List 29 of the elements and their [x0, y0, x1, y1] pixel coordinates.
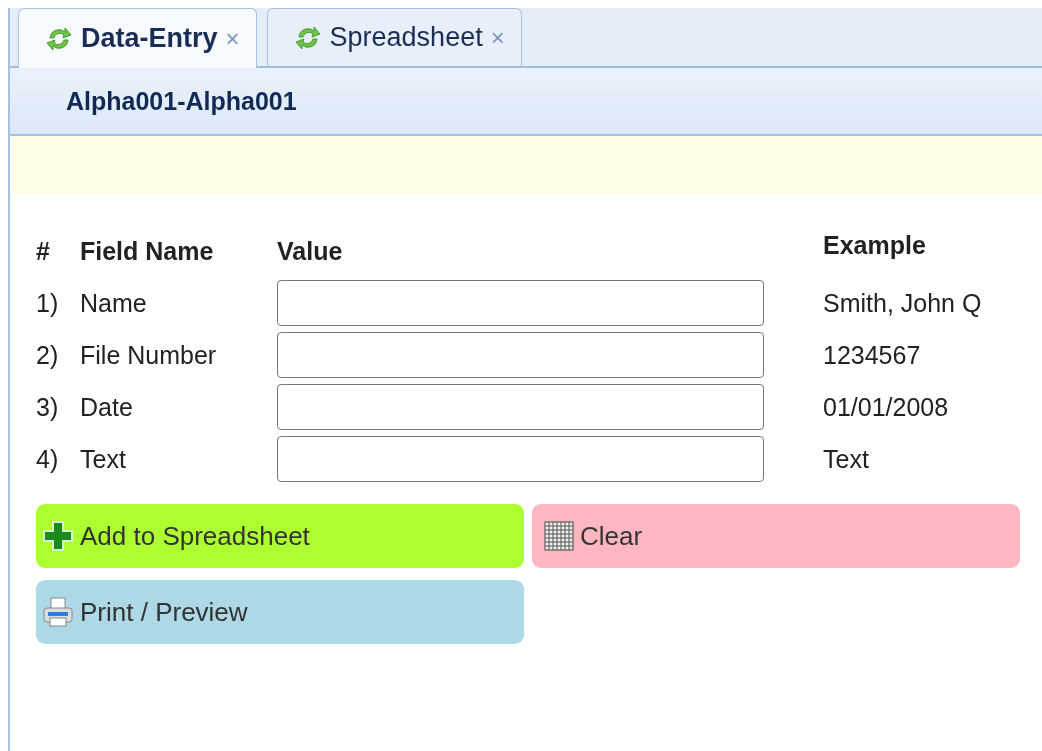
field-label: Name [80, 287, 148, 319]
input-field[interactable] [277, 384, 764, 430]
example-text: 01/01/2008 [823, 391, 950, 423]
input-field[interactable] [277, 280, 764, 326]
row-number: 3) [36, 391, 60, 423]
column-header: Example [823, 229, 927, 261]
tab[interactable]: Data-Entry × [18, 8, 257, 68]
column-header: Field Name [80, 235, 215, 267]
row-number: 2) [36, 339, 60, 371]
tab[interactable]: Spreadsheet × [266, 8, 522, 66]
printer-icon [42, 596, 74, 628]
field-label: File Number [80, 339, 218, 371]
clear-button[interactable]: Clear [532, 504, 1020, 568]
column-header: Value [277, 235, 344, 267]
example-text: Text [823, 443, 870, 475]
column-header: # [36, 235, 51, 267]
add-button[interactable]: Add to Spreadsheet [36, 504, 524, 568]
field-label: Date [80, 391, 134, 423]
page-title: Alpha001-Alpha001 [66, 86, 297, 116]
example-text: Smith, John Q [823, 287, 983, 319]
input-field[interactable] [277, 332, 764, 378]
grid-icon [544, 521, 574, 551]
field-label: Text [80, 443, 127, 475]
example-text: 1234567 [823, 339, 922, 371]
input-field[interactable] [277, 436, 764, 482]
row-number: 1) [36, 287, 60, 319]
print-button[interactable]: Print / Preview [36, 580, 524, 644]
row-number: 4) [36, 443, 60, 475]
plus-icon [42, 520, 74, 552]
